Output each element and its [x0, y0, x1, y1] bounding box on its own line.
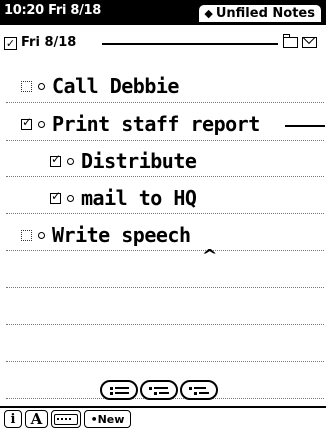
list-item-text[interactable]: Print staff report: [52, 112, 260, 136]
folder-tab[interactable]: ◆ Unfiled Notes: [198, 4, 322, 23]
styles-button[interactable]: A: [25, 410, 48, 428]
list-item[interactable]: Distribute: [50, 146, 197, 176]
outline-level-3-button[interactable]: [180, 380, 218, 400]
bullet-icon: [38, 231, 45, 239]
bullet-icon: [67, 157, 74, 165]
keyboard-button[interactable]: [51, 410, 81, 428]
checkbox[interactable]: [21, 229, 32, 241]
new-button[interactable]: •New: [84, 410, 131, 428]
ruled-line: [6, 361, 324, 362]
outline-level-1-button[interactable]: [100, 380, 138, 400]
checkbox[interactable]: [21, 80, 32, 92]
ruled-line: [6, 102, 324, 103]
keyboard-icon: [54, 413, 78, 425]
insertion-caret-icon: ^: [201, 246, 218, 265]
ruled-line: [6, 250, 324, 251]
checkbox[interactable]: [21, 115, 32, 130]
outline-level-2-button[interactable]: [140, 380, 178, 400]
clock-date[interactable]: 10:20 Fri 8/18: [4, 3, 101, 18]
new-button-label: •New: [90, 412, 125, 426]
styles-icon: A: [30, 410, 43, 428]
folder-icon[interactable]: [282, 34, 298, 48]
ruled-line: [6, 213, 324, 214]
list-item-text[interactable]: Call Debbie: [52, 74, 179, 98]
mail-icon[interactable]: [302, 37, 317, 48]
bullet-icon: [38, 82, 45, 90]
checkbox[interactable]: [50, 189, 61, 204]
info-icon: i: [10, 411, 16, 427]
ruled-line: [6, 324, 324, 325]
info-button[interactable]: i: [4, 410, 22, 428]
list-item[interactable]: mail to HQ: [50, 183, 197, 213]
toolbar-divider: [0, 406, 326, 408]
list-item[interactable]: Print staff report: [21, 109, 260, 139]
header-divider: [102, 43, 278, 45]
bottom-toolbar: i A •New: [4, 410, 131, 428]
list-item[interactable]: Call Debbie: [21, 71, 179, 101]
note-date: Fri 8/18: [21, 35, 77, 50]
note-checkbox-icon[interactable]: ✓: [4, 37, 17, 50]
list-item[interactable]: Write speech: [21, 220, 191, 250]
bullet-icon: [38, 120, 45, 128]
diamond-icon: ◆: [204, 7, 213, 20]
list-item-text[interactable]: Distribute: [81, 149, 197, 173]
bullet-icon: [67, 194, 74, 202]
status-bar: 10:20 Fri 8/18 ◆ Unfiled Notes: [0, 0, 326, 25]
list-item-text[interactable]: mail to HQ: [81, 186, 197, 210]
ruled-line: [6, 287, 324, 288]
checkbox[interactable]: [50, 152, 61, 167]
ruled-line: [6, 176, 324, 177]
ruled-line: [6, 140, 324, 141]
folder-tab-label: Unfiled Notes: [215, 6, 315, 21]
collapse-line: [285, 125, 325, 127]
outline-controls: [100, 380, 218, 400]
note-header: ✓ Fri 8/18: [4, 34, 324, 55]
list-item-text[interactable]: Write speech: [52, 223, 191, 247]
